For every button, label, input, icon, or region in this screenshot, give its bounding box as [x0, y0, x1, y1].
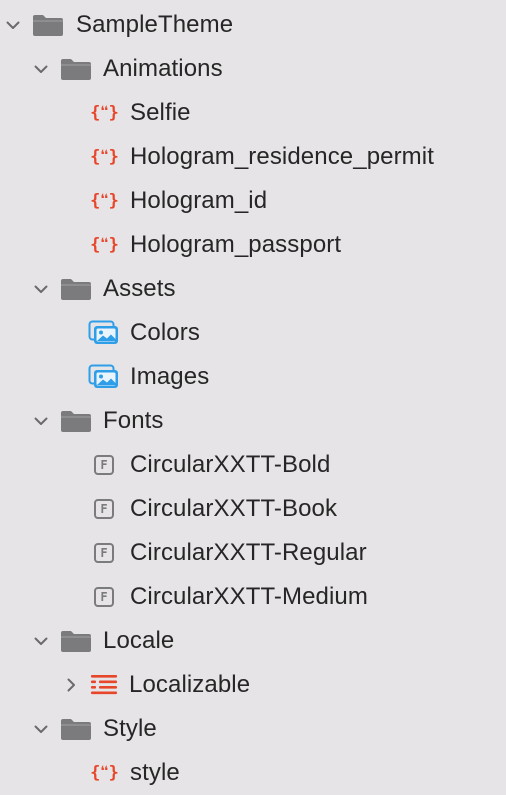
asset-catalog-icon — [88, 364, 120, 390]
tree-row-label: CircularXXTT-Bold — [130, 451, 331, 478]
strings-file-icon — [89, 673, 119, 697]
tree-row-circularxxtt-medium[interactable]: F CircularXXTT-Medium — [0, 575, 506, 619]
tree-row-label: Animations — [103, 55, 223, 82]
tree-row-fonts[interactable]: Fonts — [0, 399, 506, 443]
folder-icon — [60, 717, 92, 741]
json-file-icon: {❝} — [90, 191, 119, 211]
folder-icon — [32, 13, 64, 37]
chevron-right-icon[interactable] — [63, 677, 79, 693]
tree-row-label: SampleTheme — [76, 11, 234, 38]
tree-row-label: Hologram_residence_permit — [130, 143, 434, 170]
tree-row-circularxxtt-book[interactable]: F CircularXXTT-Book — [0, 487, 506, 531]
font-file-icon: F — [88, 499, 120, 519]
font-file-icon: F — [88, 455, 120, 475]
project-navigator-tree: SampleTheme Animations {❝} Selfie {❝} Ho… — [0, 0, 506, 792]
tree-row-hologram-passport[interactable]: {❝} Hologram_passport — [0, 223, 506, 267]
chevron-down-icon[interactable] — [33, 721, 49, 737]
chevron-down-icon[interactable] — [33, 61, 49, 77]
tree-row-label: Locale — [103, 627, 175, 654]
chevron-down-icon[interactable] — [5, 17, 21, 33]
folder-icon — [60, 629, 92, 653]
tree-row-animations[interactable]: Animations — [0, 47, 506, 91]
tree-row-label: Colors — [130, 319, 200, 346]
tree-row-label: Selfie — [130, 99, 191, 126]
tree-row-label: Localizable — [129, 671, 251, 698]
tree-row-locale[interactable]: Locale — [0, 619, 506, 663]
tree-row-label: CircularXXTT-Medium — [130, 583, 368, 610]
tree-row-localizable[interactable]: Localizable — [0, 663, 506, 707]
font-file-icon: F — [88, 587, 120, 607]
chevron-down-icon[interactable] — [33, 633, 49, 649]
tree-row-hologram-residence-permit[interactable]: {❝} Hologram_residence_permit — [0, 135, 506, 179]
tree-row-label: Hologram_id — [130, 187, 268, 214]
folder-icon — [60, 409, 92, 433]
tree-row-label: Fonts — [103, 407, 164, 434]
tree-row-style-file[interactable]: {❝} style — [0, 751, 506, 795]
folder-icon — [60, 277, 92, 301]
tree-row-label: Assets — [103, 275, 176, 302]
tree-row-circularxxtt-bold[interactable]: F CircularXXTT-Bold — [0, 443, 506, 487]
tree-row-label: CircularXXTT-Regular — [130, 539, 367, 566]
tree-row-sampletheme[interactable]: SampleTheme — [0, 3, 506, 47]
tree-row-colors[interactable]: Colors — [0, 311, 506, 355]
tree-row-label: Style — [103, 715, 157, 742]
chevron-down-icon[interactable] — [33, 281, 49, 297]
tree-row-label: style — [130, 759, 180, 786]
json-file-icon: {❝} — [90, 147, 119, 167]
json-file-icon: {❝} — [90, 235, 119, 255]
asset-catalog-icon — [88, 320, 120, 346]
font-file-icon: F — [88, 543, 120, 563]
tree-row-label: Images — [130, 363, 210, 390]
chevron-down-icon[interactable] — [33, 413, 49, 429]
json-file-icon: {❝} — [90, 763, 119, 783]
tree-row-hologram-id[interactable]: {❝} Hologram_id — [0, 179, 506, 223]
tree-row-assets[interactable]: Assets — [0, 267, 506, 311]
json-file-icon: {❝} — [90, 103, 119, 123]
tree-row-images[interactable]: Images — [0, 355, 506, 399]
tree-row-label: CircularXXTT-Book — [130, 495, 338, 522]
tree-row-circularxxtt-regular[interactable]: F CircularXXTT-Regular — [0, 531, 506, 575]
tree-row-selfie[interactable]: {❝} Selfie — [0, 91, 506, 135]
tree-row-label: Hologram_passport — [130, 231, 342, 258]
tree-row-style-folder[interactable]: Style — [0, 707, 506, 751]
folder-icon — [60, 57, 92, 81]
